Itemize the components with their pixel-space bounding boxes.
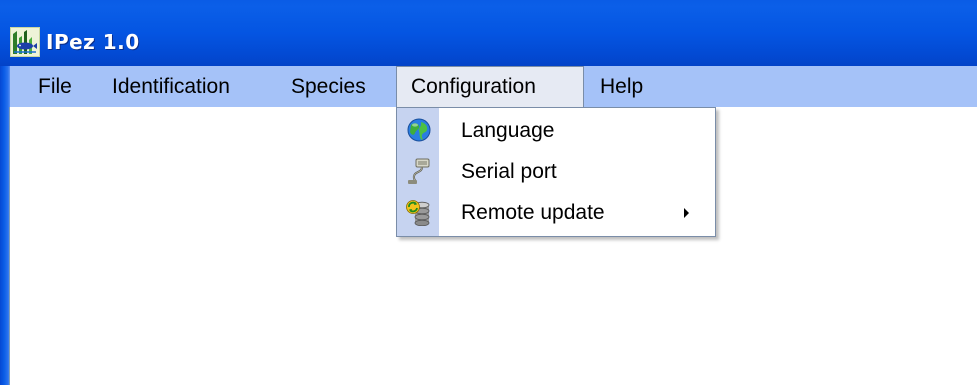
menu-species[interactable]: Species — [291, 66, 381, 107]
submenu-arrow-icon — [684, 208, 689, 218]
serial-cable-icon — [405, 157, 433, 185]
menu-bar: File Identification Species Configuratio… — [10, 66, 977, 107]
menu-item-remote-update-label: Remote update — [461, 201, 605, 224]
database-update-icon — [405, 198, 433, 227]
app-window: IPez 1.0 File Identification Species Con… — [0, 0, 977, 385]
menu-item-language[interactable]: Language — [397, 111, 715, 151]
menu-item-language-label: Language — [461, 119, 555, 142]
menu-item-remote-update[interactable]: Remote update — [397, 193, 715, 233]
app-fish-icon — [10, 27, 40, 57]
menu-help[interactable]: Help — [600, 66, 660, 107]
menu-identification[interactable]: Identification — [112, 66, 262, 107]
title-bar[interactable]: IPez 1.0 — [0, 0, 977, 66]
menu-configuration[interactable]: Configuration — [396, 66, 584, 107]
menu-item-serial-port-label: Serial port — [461, 160, 557, 183]
configuration-dropdown: Language Serial port Remote update — [396, 107, 716, 237]
window-title: IPez 1.0 — [46, 30, 140, 54]
menu-file[interactable]: File — [38, 66, 78, 107]
window-left-border — [0, 66, 10, 385]
menu-item-serial-port[interactable]: Serial port — [397, 152, 715, 192]
globe-icon — [405, 116, 433, 144]
